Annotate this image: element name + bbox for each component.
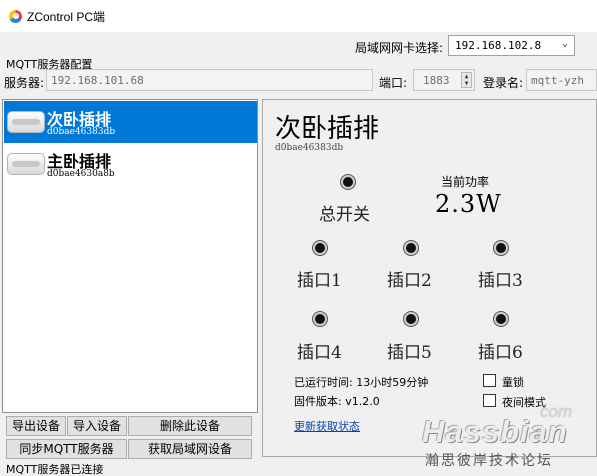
socket-2-label: 插口2 xyxy=(387,271,432,291)
device-list[interactable]: 次卧插排 d0bae46383db 主卧插排 d0bae4630a8b xyxy=(2,99,258,413)
detail-device-id: d0bae46383db xyxy=(275,143,344,153)
runtime-label: 已运行时间: xyxy=(294,376,353,389)
device-id: d0bae46383db xyxy=(47,127,116,137)
night-mode-checkbox[interactable] xyxy=(483,394,496,407)
status-text: MQTT服务器已连接 xyxy=(6,463,104,476)
spin-arrows-icon[interactable]: ▲ ▼ xyxy=(461,72,472,88)
zcontrol-logo-icon xyxy=(9,9,22,23)
power-title: 当前功率 xyxy=(441,175,490,189)
nic-selected-value: 192.168.102.8 xyxy=(455,39,542,52)
port-value: 1883 xyxy=(423,74,450,87)
runtime-value: 13小时59分钟 xyxy=(356,376,429,389)
child-lock-checkbox[interactable] xyxy=(483,374,496,387)
nic-select[interactable]: 192.168.102.8 ⌄ xyxy=(448,35,575,56)
socket-3-switch-dot-icon[interactable] xyxy=(494,241,508,255)
master-switch-label: 总开关 xyxy=(319,205,370,225)
socket-3-label: 插口3 xyxy=(478,271,523,291)
port-label: 端口: xyxy=(379,76,408,90)
server-label: 服务器: xyxy=(4,76,45,90)
socket-1-label: 插口1 xyxy=(297,271,342,291)
sync-mqtt-button[interactable]: 同步MQTT服务器 xyxy=(6,439,127,459)
delete-device-button[interactable]: 删除此设备 xyxy=(128,416,252,436)
socket-1-switch-dot-icon[interactable] xyxy=(313,241,327,255)
nic-label: 局域网网卡选择: xyxy=(355,41,444,55)
firmware-label: 固件版本: xyxy=(294,395,342,408)
login-label: 登录名: xyxy=(483,76,524,90)
refresh-status-link[interactable]: 更新获取状态 xyxy=(294,418,360,434)
socket-5-switch-dot-icon[interactable] xyxy=(404,312,418,326)
title-bar: ZControl PC端 xyxy=(0,0,597,32)
socket-6-label: 插口6 xyxy=(478,343,523,363)
watermark-caption: 瀚思彼岸技术论坛 xyxy=(425,453,553,469)
child-lock-label: 童锁 xyxy=(502,376,524,389)
power-strip-icon xyxy=(7,111,45,133)
port-stepper[interactable]: 1883 ▲ ▼ xyxy=(413,69,475,91)
socket-2-switch-dot-icon[interactable] xyxy=(404,241,418,255)
socket-4-switch-dot-icon[interactable] xyxy=(313,312,327,326)
window-title: ZControl PC端 xyxy=(27,9,106,24)
socket-6-switch-dot-icon[interactable] xyxy=(494,312,508,326)
firmware-value: v1.2.0 xyxy=(345,395,380,408)
export-devices-button[interactable]: 导出设备 xyxy=(6,416,66,436)
socket-4-label: 插口4 xyxy=(297,343,342,363)
detail-device-name: 次卧插排 xyxy=(275,114,380,144)
firmware-row: 固件版本: v1.2.0 xyxy=(294,393,380,409)
chevron-down-icon[interactable]: ⌄ xyxy=(562,38,568,49)
runtime-row: 已运行时间: 13小时59分钟 xyxy=(294,374,428,390)
master-switch-dot-icon[interactable] xyxy=(341,175,355,189)
device-list-item[interactable]: 主卧插排 d0bae4630a8b xyxy=(4,143,257,185)
power-value: 2.3W xyxy=(435,190,502,218)
import-devices-button[interactable]: 导入设备 xyxy=(67,416,127,436)
power-strip-icon xyxy=(7,153,45,175)
device-id: d0bae4630a8b xyxy=(47,169,115,179)
login-input[interactable]: mqtt-yzh xyxy=(526,69,597,91)
fetch-lan-devices-button[interactable]: 获取局域网设备 xyxy=(128,439,252,459)
device-list-item[interactable]: 次卧插排 d0bae46383db xyxy=(4,101,257,143)
server-input[interactable]: 192.168.101.68 xyxy=(46,69,373,91)
socket-5-label: 插口5 xyxy=(387,343,432,363)
watermark-logo: Hassbian xyxy=(422,414,568,449)
